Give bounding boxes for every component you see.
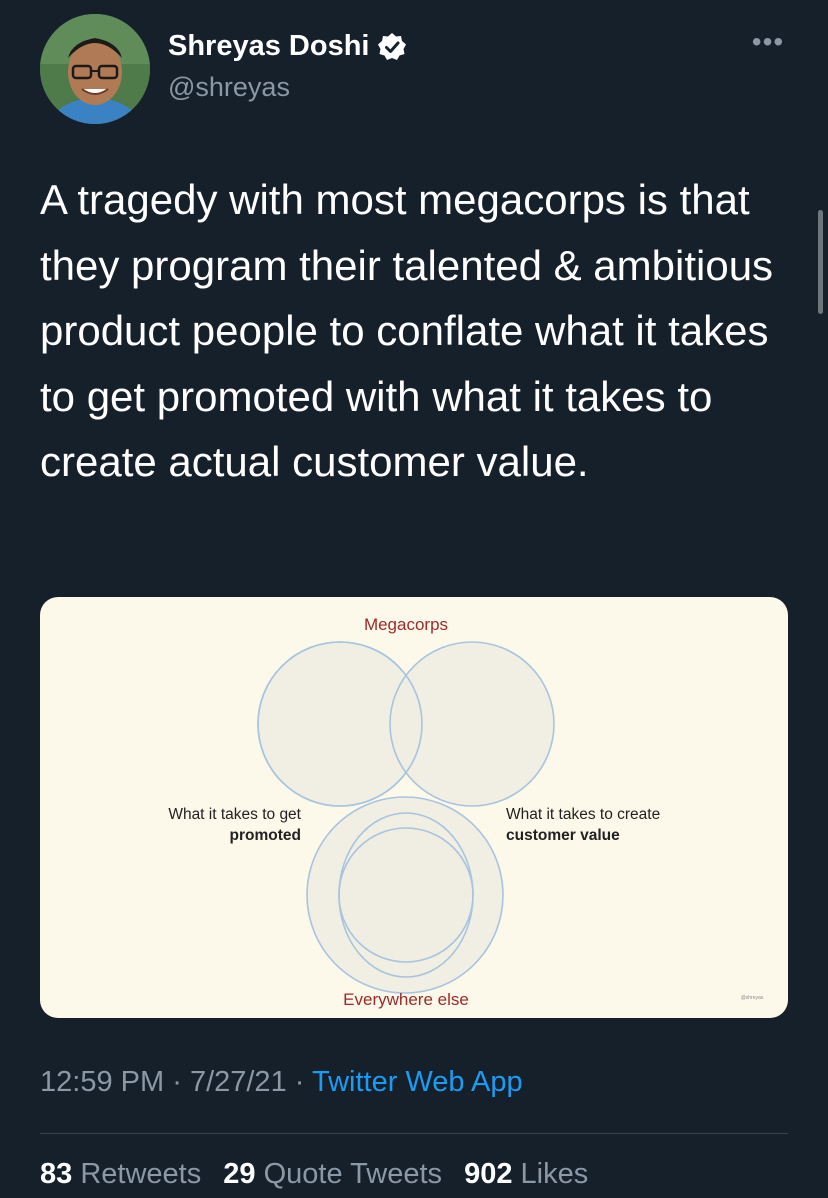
quote-tweets-label: Quote Tweets xyxy=(263,1158,443,1190)
likes-count: 902 xyxy=(464,1158,513,1190)
label-customer-value-line1: What it takes to create xyxy=(506,806,660,823)
source-app-link[interactable]: Twitter Web App xyxy=(312,1066,523,1098)
quote-tweets-count: 29 xyxy=(223,1158,256,1190)
author-name[interactable]: Shreyas Doshi xyxy=(168,30,369,63)
label-promoted-line1: What it takes to get xyxy=(168,806,301,823)
author-handle[interactable]: @shreyas xyxy=(168,72,290,103)
label-promoted-line2: promoted xyxy=(230,827,301,844)
meta-separator: · xyxy=(294,1066,305,1098)
more-options-icon[interactable]: ••• xyxy=(748,28,788,62)
retweets-count: 83 xyxy=(40,1158,73,1190)
likes-label: Likes xyxy=(520,1158,589,1190)
tweet-date[interactable]: 7/27/21 xyxy=(190,1066,287,1098)
image-watermark: @shreyas xyxy=(741,995,764,1001)
verified-badge-icon xyxy=(377,32,407,62)
quote-tweets-stat[interactable]: 29 Quote Tweets xyxy=(223,1158,442,1190)
author-name-row[interactable]: Shreyas Doshi xyxy=(168,30,407,63)
venn-circle-top-right xyxy=(389,641,555,807)
venn-circle-bottom-inner xyxy=(338,827,474,963)
label-everywhere-else: Everywhere else xyxy=(343,990,469,1009)
divider xyxy=(40,1133,788,1134)
retweets-stat[interactable]: 83 Retweets xyxy=(40,1158,201,1190)
engagement-stats: 83 Retweets 29 Quote Tweets 902 Likes xyxy=(40,1158,602,1191)
scrollbar[interactable] xyxy=(818,210,823,314)
likes-stat[interactable]: 902 Likes xyxy=(464,1158,588,1190)
tweet-metadata: 12:59 PM · 7/27/21 · Twitter Web App xyxy=(40,1066,523,1099)
avatar[interactable] xyxy=(40,14,150,124)
tweet-time[interactable]: 12:59 PM xyxy=(40,1066,164,1098)
tweet-text: A tragedy with most megacorps is that th… xyxy=(40,176,774,485)
label-megacorps: Megacorps xyxy=(364,615,448,634)
label-customer-value-line2: customer value xyxy=(506,827,620,844)
tweet-image[interactable]: Megacorps Everywhere else What it takes … xyxy=(40,597,788,1018)
retweets-label: Retweets xyxy=(80,1158,202,1190)
meta-separator: · xyxy=(172,1066,182,1098)
avatar-image xyxy=(40,14,150,124)
venn-diagram: Megacorps Everywhere else What it takes … xyxy=(168,615,764,1009)
